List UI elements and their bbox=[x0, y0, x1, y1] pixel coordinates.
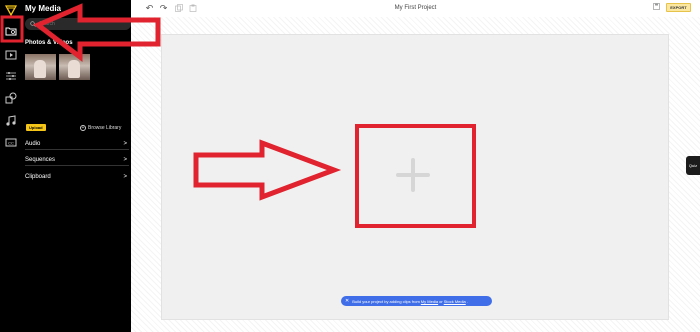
browse-library-label: Browse Library bbox=[88, 125, 122, 131]
chevron-right-icon: > bbox=[123, 140, 127, 147]
section-title: Photos & Videos bbox=[25, 40, 73, 46]
toast-text-mid: or bbox=[439, 298, 443, 304]
media-panel: My Media Photos & Videos Upload + Browse… bbox=[21, 0, 131, 332]
chevron-right-icon: > bbox=[123, 174, 127, 180]
search-box[interactable] bbox=[25, 18, 131, 30]
panel-title: My Media bbox=[25, 4, 62, 13]
adjust-icon[interactable] bbox=[3, 69, 18, 82]
media-folder-icon[interactable] bbox=[3, 24, 18, 37]
project-title[interactable]: My First Project bbox=[131, 5, 700, 11]
export-button[interactable]: EXPORT bbox=[666, 3, 691, 12]
upload-button[interactable]: Upload bbox=[26, 124, 46, 131]
svg-text:CC: CC bbox=[8, 140, 14, 145]
close-icon[interactable]: ✕ bbox=[345, 298, 349, 304]
category-clipboard[interactable]: Clipboard > bbox=[25, 171, 129, 183]
plus-icon: + bbox=[80, 125, 86, 131]
search-icon bbox=[30, 21, 36, 27]
category-sequences[interactable]: Sequences > bbox=[25, 154, 129, 166]
stock-media-link[interactable]: Stock Media bbox=[444, 299, 466, 304]
captions-icon[interactable]: CC bbox=[3, 135, 18, 148]
music-icon[interactable] bbox=[3, 114, 18, 127]
browse-library-link[interactable]: + Browse Library bbox=[80, 124, 121, 132]
shapes-icon[interactable] bbox=[3, 91, 18, 104]
logo-icon[interactable] bbox=[3, 3, 18, 16]
my-media-link[interactable]: My Media bbox=[421, 299, 438, 304]
add-plus-icon[interactable] bbox=[384, 146, 442, 204]
media-thumbnail[interactable] bbox=[59, 54, 90, 80]
media-thumbnail[interactable] bbox=[25, 54, 56, 80]
chevron-right-icon: > bbox=[123, 156, 127, 163]
save-icon[interactable] bbox=[653, 3, 660, 12]
category-label: Clipboard bbox=[25, 174, 51, 180]
category-label: Audio bbox=[25, 140, 41, 147]
top-bar: ↶ ↷ My First Project bbox=[131, 0, 700, 17]
icon-rail: CC bbox=[0, 0, 21, 332]
hint-toast: ✕ Build your project by adding clips fro… bbox=[341, 296, 492, 306]
video-icon[interactable] bbox=[3, 48, 18, 61]
category-label: Sequences bbox=[25, 156, 56, 163]
toast-text-suffix: . bbox=[466, 298, 468, 304]
toast-text: Build your project by adding clips from bbox=[352, 298, 420, 304]
editor-app: CC My Media Photos & Videos Upload + Bro… bbox=[0, 0, 700, 332]
category-audio[interactable]: Audio > bbox=[25, 138, 129, 150]
quiz-side-tab[interactable]: Quiz bbox=[686, 156, 700, 175]
search-input[interactable] bbox=[39, 21, 119, 27]
